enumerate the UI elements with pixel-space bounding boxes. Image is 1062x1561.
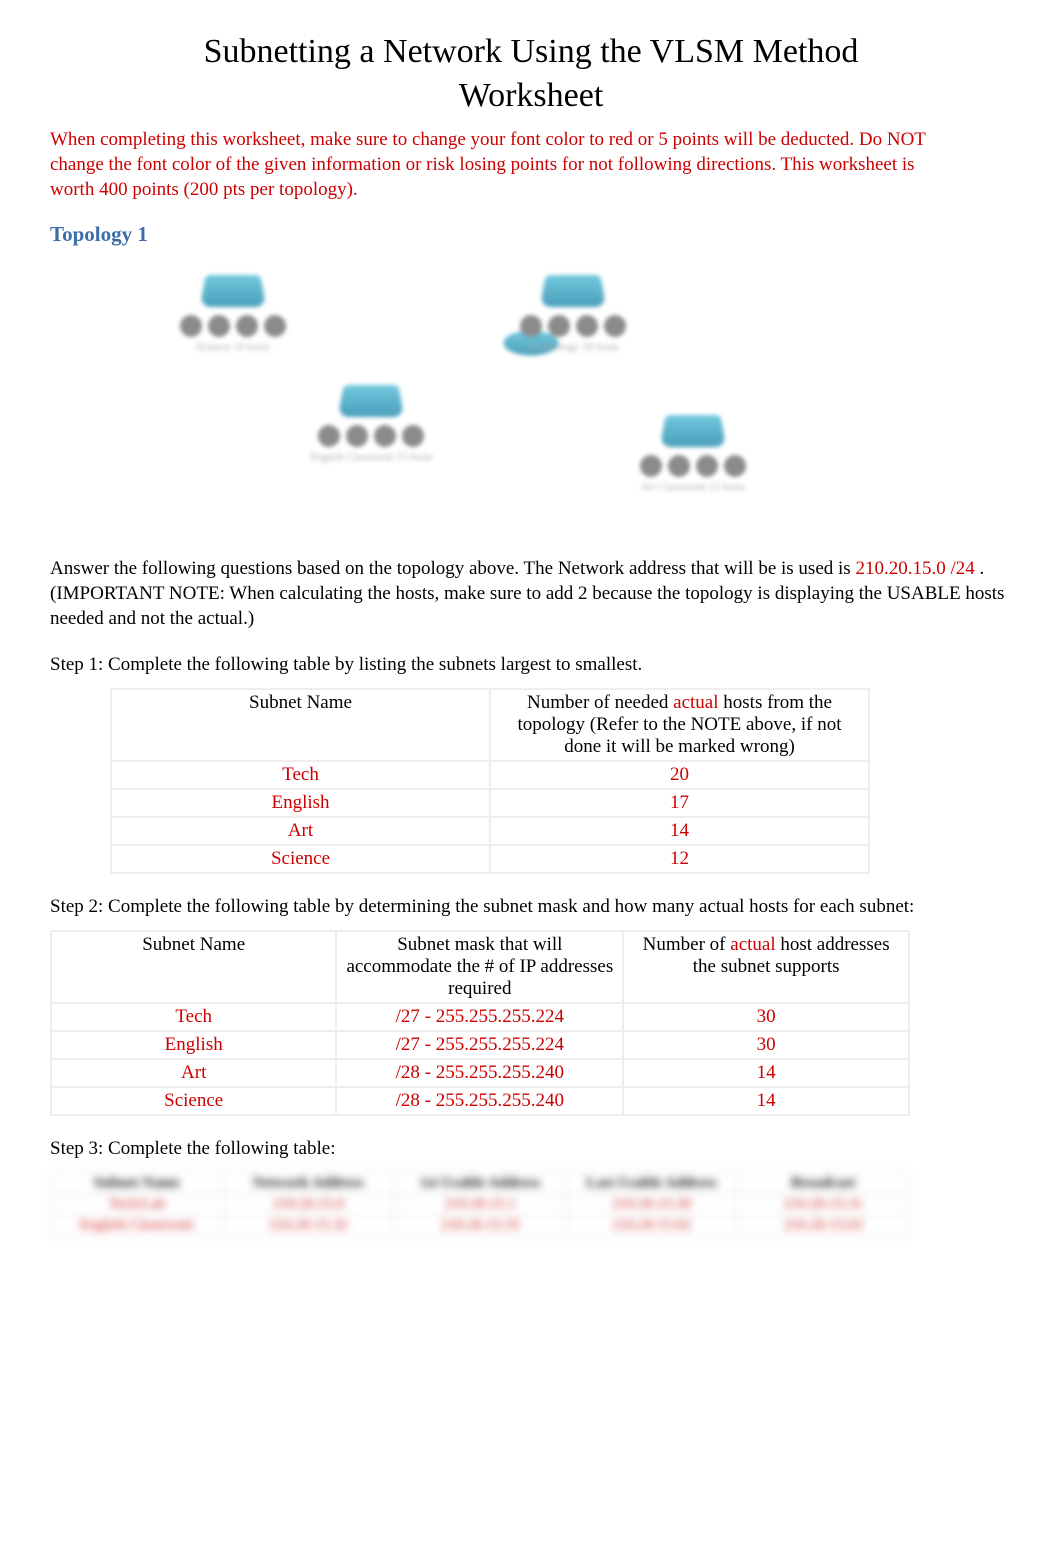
page-title: Subnetting a Network Using the VLSM Meth…	[50, 30, 1012, 118]
cell-hosts: 17	[490, 789, 869, 817]
table-row: English /27 - 255.255.255.224 30	[51, 1031, 909, 1059]
cell-hosts: 14	[490, 817, 869, 845]
table-header-row: Subnet Name Number of needed actual host…	[111, 689, 869, 761]
diagram-label: Science 10 hosts	[196, 341, 269, 353]
cell-subnet-name: Science	[111, 845, 490, 873]
th-last-usable: Last Usable Address	[566, 1173, 738, 1194]
th-subnet-name: Subnet Name	[51, 1173, 223, 1194]
cell-mask: /27 - 255.255.255.224	[336, 1003, 623, 1031]
cell-subnet-name: Science	[51, 1087, 336, 1115]
cell-net: 210.20.15.32	[223, 1215, 395, 1236]
cell-hosts: 30	[623, 1003, 909, 1031]
table-step1: Subnet Name Number of needed actual host…	[110, 688, 870, 874]
router-icon	[338, 385, 404, 417]
cell-last: 210.20.15.62	[566, 1215, 738, 1236]
cell-hosts: 30	[623, 1031, 909, 1059]
cell-hosts: 14	[623, 1059, 909, 1087]
th-subnet-name: Subnet Name	[111, 689, 490, 761]
cell-bcast: 210.20.15.31	[737, 1194, 909, 1215]
cell-mask: /28 - 255.255.255.240	[336, 1087, 623, 1115]
network-group-art: Art Classroom 12 hosts	[640, 412, 746, 493]
cell-subnet-name: English Classroom	[51, 1215, 223, 1236]
table-step3: Subnet Name Network Address 1st Usable A…	[50, 1172, 910, 1237]
topology-diagram: Science 10 hosts English Classroom 15 ho…	[50, 262, 1012, 532]
network-address: 210.20.15.0 /24	[855, 558, 974, 579]
instr-post-2: NOTE:	[164, 583, 225, 604]
cell-net: 210.20.15.0	[223, 1194, 395, 1215]
table-row: Art /28 - 255.255.255.240 14	[51, 1059, 909, 1087]
network-group-tech: Technology 18 hosts	[520, 272, 626, 353]
table-row: Science /28 - 255.255.255.240 14	[51, 1087, 909, 1115]
table-row: Tech/Lab 210.20.15.0 210.20.15.1 210.20.…	[51, 1194, 909, 1215]
router-icon	[660, 415, 726, 447]
network-group-science: Science 10 hosts	[180, 272, 286, 353]
cell-hosts: 14	[623, 1087, 909, 1115]
network-group-english: English Classroom 15 hosts	[310, 382, 433, 463]
table-header-row: Subnet Name Subnet mask that will accomm…	[51, 931, 909, 1003]
cell-first: 210.20.15.1	[394, 1194, 566, 1215]
step2-label: Step 2: Complete the following table by …	[50, 896, 1012, 918]
cell-subnet-name: Art	[111, 817, 490, 845]
table-row: Art 14	[111, 817, 869, 845]
cell-subnet-name: Tech	[51, 1003, 336, 1031]
th-subnet-mask: Subnet mask that will accommodate the # …	[336, 931, 623, 1003]
instructions-paragraph: Answer the following questions based on …	[50, 557, 1012, 631]
instr-post-3: When calculating the hosts, make sure to…	[225, 583, 961, 604]
cell-last: 210.20.15.30	[566, 1194, 738, 1215]
cell-hosts: 20	[490, 761, 869, 789]
cell-subnet-name: English	[51, 1031, 336, 1059]
warning-text: When completing this worksheet, make sur…	[50, 128, 1012, 202]
cell-bcast: 210.20.15.63	[737, 1215, 909, 1236]
table-step2: Subnet Name Subnet mask that will accomm…	[50, 930, 910, 1116]
th-network-address: Network Address	[223, 1173, 395, 1194]
topology-heading: Topology 1	[50, 222, 1012, 247]
cell-mask: /28 - 255.255.255.240	[336, 1059, 623, 1087]
th-subnet-name: Subnet Name	[51, 931, 336, 1003]
step1-label: Step 1: Complete the following table by …	[50, 654, 1012, 676]
diagram-label: Art Classroom 12 hosts	[641, 481, 745, 493]
router-icon	[540, 275, 606, 307]
table-row: English 17	[111, 789, 869, 817]
router-icon	[200, 275, 266, 307]
cell-hosts: 12	[490, 845, 869, 873]
table-row: Tech 20	[111, 761, 869, 789]
diagram-label: Technology 18 hosts	[528, 341, 619, 353]
th-first-usable: 1st Usable Address	[394, 1173, 566, 1194]
table-row: Tech /27 - 255.255.255.224 30	[51, 1003, 909, 1031]
th-broadcast: Broadcast	[737, 1173, 909, 1194]
cell-subnet-name: Tech	[111, 761, 490, 789]
th-needed-hosts: Number of needed actual hosts from the t…	[490, 689, 869, 761]
instr-pre-ip: Answer the following questions based on …	[50, 558, 855, 579]
table-row: Science 12	[111, 845, 869, 873]
cell-mask: /27 - 255.255.255.224	[336, 1031, 623, 1059]
cell-subnet-name: English	[111, 789, 490, 817]
cell-subnet-name: Art	[51, 1059, 336, 1087]
cell-subnet-name: Tech/Lab	[51, 1194, 223, 1215]
th-actual-hosts: Number of actual host addresses the subn…	[623, 931, 909, 1003]
table-row: English Classroom 210.20.15.32 210.20.15…	[51, 1215, 909, 1236]
step3-label: Step 3: Complete the following table:	[50, 1138, 1012, 1160]
diagram-label: English Classroom 15 hosts	[310, 451, 433, 463]
table-header-row: Subnet Name Network Address 1st Usable A…	[51, 1173, 909, 1194]
cell-first: 210.20.15.33	[394, 1215, 566, 1236]
